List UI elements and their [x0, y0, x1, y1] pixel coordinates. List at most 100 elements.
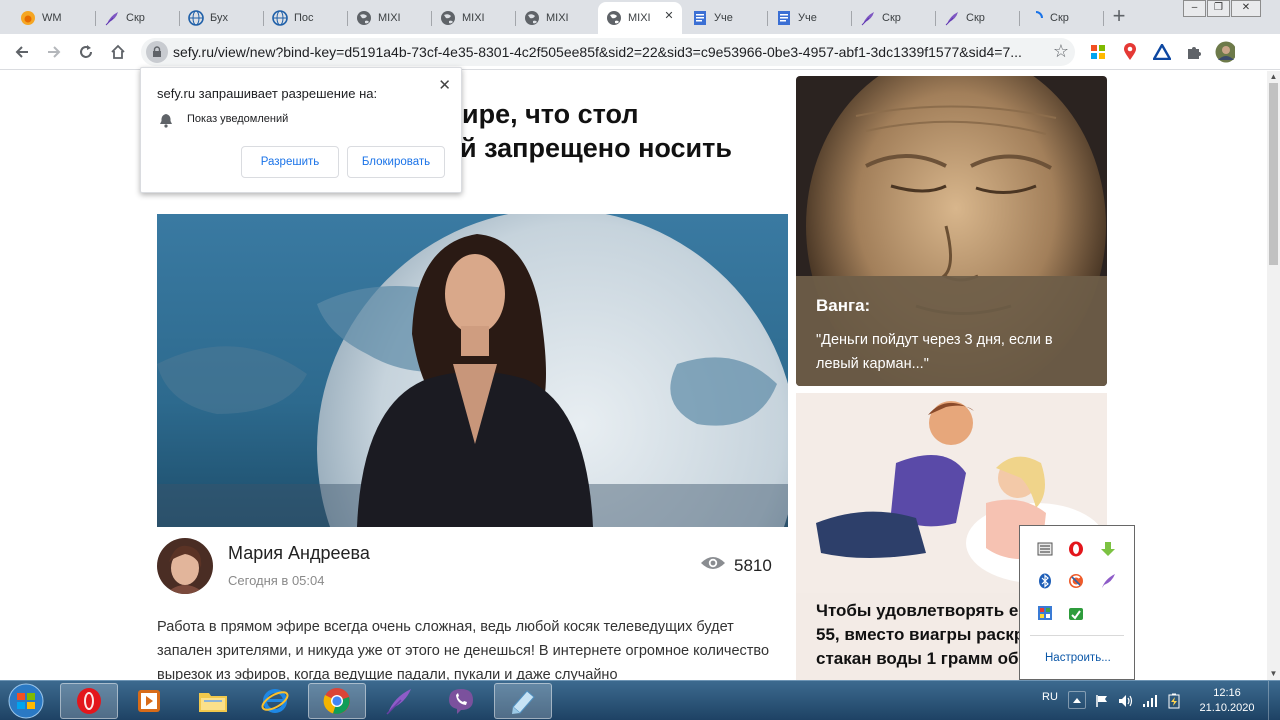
taskbar-feather-app[interactable] — [370, 683, 428, 719]
tab-label: MIXI — [628, 12, 650, 24]
tab-mixi-2[interactable]: MIXI — [432, 3, 516, 32]
tab-uche-2[interactable]: Уче — [768, 3, 852, 32]
browser-toolbar: sefy.ru/view/new?bind-key=d5191a4b-73cf-… — [0, 34, 1280, 70]
profile-avatar[interactable] — [1215, 41, 1235, 63]
volume-icon[interactable] — [1118, 693, 1134, 709]
tab-uche-1[interactable]: Уче — [684, 3, 768, 32]
download-arrow-tray-icon[interactable] — [1099, 540, 1117, 558]
folder-icon — [199, 693, 227, 712]
card-title: Ванга: — [816, 296, 871, 315]
action-center-flag-icon[interactable] — [1094, 693, 1110, 709]
puzzle-extensions-icon[interactable] — [1184, 42, 1204, 62]
language-indicator[interactable]: RU — [1042, 691, 1058, 703]
map-pin-extension-icon[interactable] — [1120, 42, 1140, 62]
tray-expand-chevron-icon[interactable] — [1068, 691, 1086, 709]
opera-icon — [77, 688, 101, 714]
tab-label: Пос — [294, 11, 314, 24]
windows-grid-extension-icon[interactable] — [1088, 42, 1108, 62]
tab-buh[interactable]: Бух — [180, 3, 264, 32]
scroll-up-icon[interactable]: ▲ — [1267, 71, 1280, 83]
permission-title: sefy.ru запрашивает разрешение на: — [157, 86, 378, 101]
fire-icon — [20, 10, 36, 26]
viber-icon — [449, 689, 473, 714]
author-avatar[interactable] — [157, 538, 213, 594]
allow-button[interactable]: Разрешить — [241, 146, 339, 178]
taskbar-explorer[interactable] — [184, 683, 242, 719]
tab-mixi-3[interactable]: MIXI — [516, 3, 600, 32]
tab-label: Уче — [798, 11, 817, 24]
network-signal-icon[interactable] — [1142, 693, 1158, 709]
card-caption: Ванга: "Деньги пойдут через 3 дня, если … — [796, 276, 1107, 386]
clock-time: 12:16 — [1213, 687, 1241, 699]
page-scrollbar[interactable]: ▲ ▼ — [1267, 71, 1280, 680]
tab-label: MIXI — [462, 11, 484, 24]
system-clock[interactable]: 12:16 21.10.2020 — [1196, 686, 1258, 716]
block-button[interactable]: Блокировать — [347, 146, 445, 178]
internet-explorer-icon — [261, 689, 289, 713]
arrow-left-icon — [15, 46, 28, 58]
start-button[interactable] — [4, 682, 48, 720]
home-button[interactable] — [106, 40, 130, 64]
tray-overflow-popup: Настроить... — [1019, 525, 1135, 680]
loading-icon — [1028, 10, 1044, 26]
permission-item: Показ уведомлений — [187, 113, 289, 125]
maximize-button[interactable]: ❐ — [1207, 0, 1230, 17]
minimize-button[interactable]: – — [1183, 0, 1206, 17]
lock-icon[interactable] — [146, 41, 168, 63]
taskbar-media-player[interactable] — [120, 683, 178, 719]
tray-configure-link[interactable]: Настроить... — [1045, 652, 1111, 664]
network-grid-tray-icon[interactable] — [1036, 604, 1054, 622]
bookmark-star-icon[interactable]: ☆ — [1053, 41, 1069, 62]
feather-icon — [860, 10, 876, 26]
notification-permission-popup: sefy.ru запрашивает разрешение на: ✕ Пок… — [140, 67, 462, 193]
triangle-extension-icon[interactable] — [1152, 42, 1172, 62]
bluetooth-tray-icon[interactable] — [1036, 572, 1054, 590]
taskbar-ie[interactable] — [246, 683, 304, 719]
forward-button[interactable] — [42, 40, 66, 64]
url-text[interactable]: sefy.ru/view/new?bind-key=d5191a4b-73cf-… — [173, 44, 1039, 60]
home-icon — [111, 44, 125, 59]
article-body: Работа в прямом эфире всегда очень сложн… — [157, 619, 770, 680]
feather-icon — [944, 10, 960, 26]
opera-tray-icon[interactable] — [1067, 540, 1085, 558]
publish-time: Сегодня в 05:04 — [228, 573, 325, 588]
tab-label: MIXI — [378, 11, 400, 24]
feather-icon — [386, 689, 411, 715]
tab-skr-1[interactable]: Скр — [96, 3, 180, 32]
taskbar-notes-app[interactable] — [494, 683, 552, 719]
tab-skr-2[interactable]: Скр — [852, 3, 936, 32]
scroll-down-icon[interactable]: ▼ — [1267, 668, 1280, 680]
taskbar-chrome[interactable] — [308, 683, 366, 719]
battery-charging-icon[interactable] — [1166, 693, 1182, 709]
tab-mixi-1[interactable]: MIXI — [348, 3, 432, 32]
show-desktop-button[interactable] — [1268, 681, 1280, 720]
checklist-tray-icon[interactable] — [1036, 540, 1054, 558]
reload-button[interactable] — [74, 40, 98, 64]
hero-image[interactable] — [157, 214, 788, 527]
window-close-button[interactable]: ✕ — [1231, 0, 1261, 17]
back-button[interactable] — [10, 40, 34, 64]
chrome-icon — [323, 688, 350, 714]
author-name[interactable]: Мария Андреева — [228, 543, 370, 564]
close-icon[interactable]: ✕ — [438, 76, 451, 94]
feather-tray-icon[interactable] — [1099, 572, 1117, 590]
taskbar-viber[interactable] — [432, 683, 490, 719]
globe-blue-icon — [188, 9, 204, 26]
taskbar-opera[interactable] — [60, 683, 118, 719]
scroll-thumb[interactable] — [1269, 83, 1278, 265]
ccleaner-tray-icon[interactable] — [1067, 572, 1085, 590]
new-tab-button[interactable]: + — [1108, 5, 1130, 27]
tab-skr-4[interactable]: Скр — [1020, 3, 1104, 32]
tab-label: Уче — [714, 11, 733, 24]
tab-mixi-active[interactable]: MIXI ✕ — [598, 2, 682, 34]
sync-green-tray-icon[interactable] — [1067, 604, 1085, 622]
address-bar[interactable]: sefy.ru/view/new?bind-key=d5191a4b-73cf-… — [141, 38, 1075, 66]
views-counter: 5810 — [700, 555, 772, 576]
tab-pos[interactable]: Пос — [264, 3, 348, 32]
tab-skr-3[interactable]: Скр — [936, 3, 1020, 32]
doc-icon — [692, 10, 708, 26]
sidebar-card-vanga[interactable]: Ванга: "Деньги пойдут через 3 дня, если … — [796, 76, 1107, 386]
globe-blue-icon — [272, 9, 288, 26]
tab-wm[interactable]: WM — [12, 3, 96, 32]
close-tab-icon[interactable]: ✕ — [662, 9, 676, 23]
